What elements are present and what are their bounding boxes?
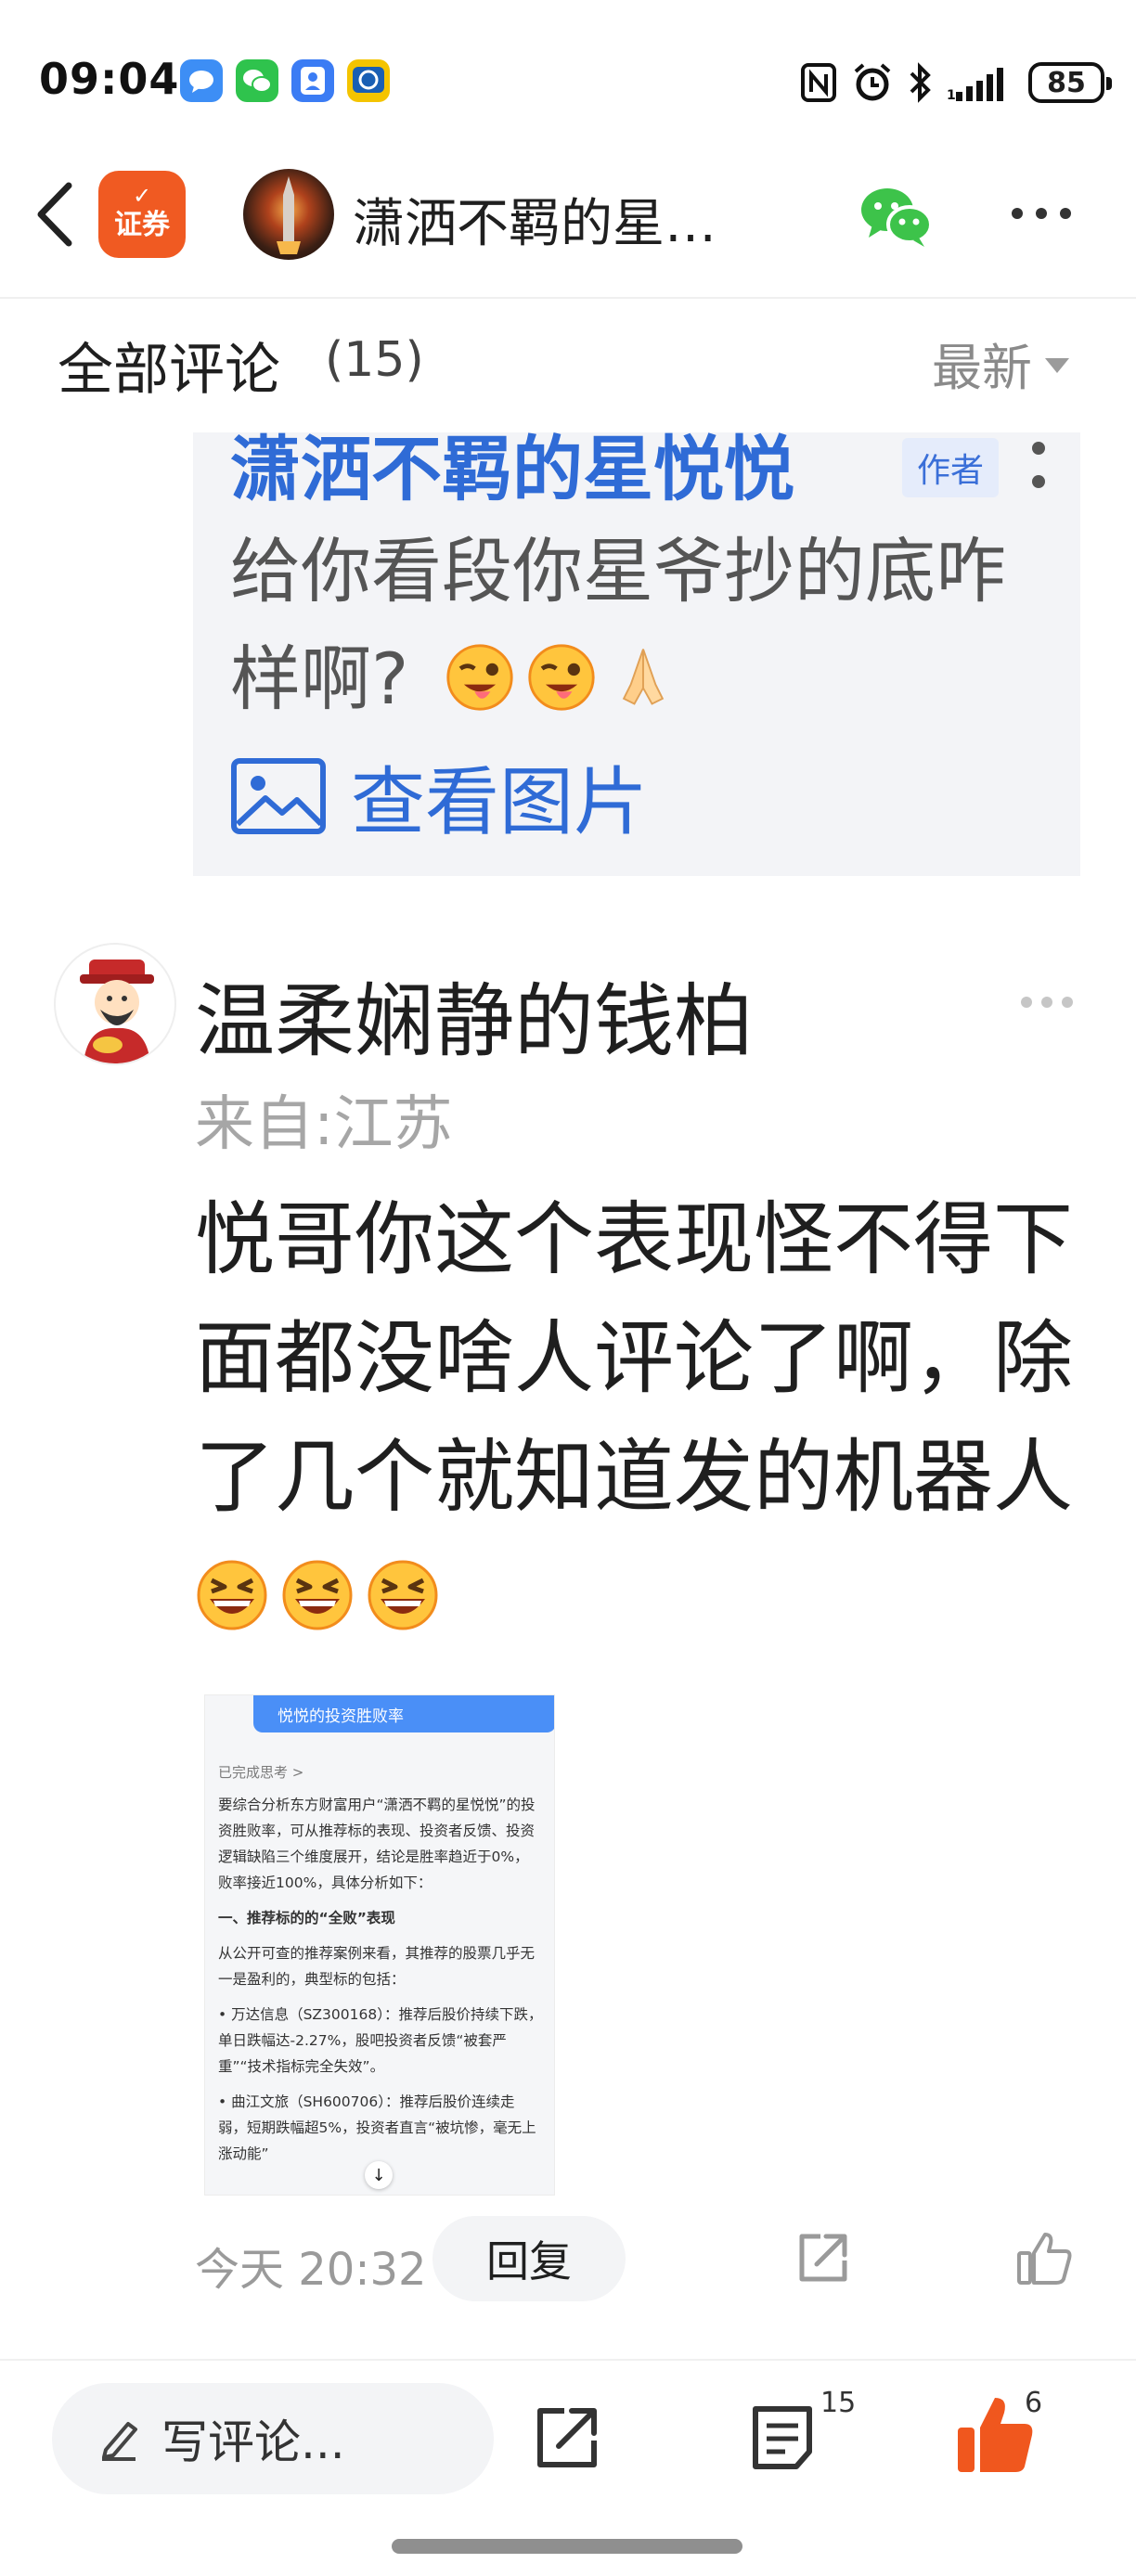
app-logo[interactable]: ✓ 证券	[98, 171, 186, 258]
answer-heading: 一、推荐标的的“全败”表现	[218, 1910, 395, 1926]
image-icon	[231, 758, 326, 834]
back-arrow-icon	[37, 182, 72, 247]
grinning-squinting-emoji	[197, 1560, 267, 1630]
rocket-launch-image	[277, 176, 301, 254]
home-indicator[interactable]	[392, 2539, 742, 2554]
thumbs-up-filled-icon	[958, 2398, 1033, 2472]
status-time: 09:04	[39, 54, 180, 104]
quoted-more-button[interactable]	[1025, 432, 1052, 507]
contacts-app-icon	[291, 59, 334, 102]
winking-tongue-emoji	[527, 644, 595, 711]
nfc-icon	[801, 63, 836, 102]
comment-timestamp: 今天 20:32	[195, 2244, 427, 2296]
view-image-link[interactable]: 查看图片	[230, 742, 648, 850]
write-comment-placeholder: 写评论...	[161, 2415, 345, 2469]
more-dot	[1032, 475, 1045, 488]
comment-more-button[interactable]	[1021, 993, 1080, 1011]
header-divider	[0, 297, 1136, 299]
god-of-wealth-avatar-image	[80, 960, 154, 1063]
answer-bullet: • 曲江文旅（SH600706）：推荐后股价连续走弱，短期跌幅超5%，投资者直言…	[218, 2093, 536, 2162]
thinking-status: 已完成思考 >	[218, 1764, 304, 1781]
bluetooth-icon	[910, 62, 931, 103]
chat-bubble: 悦悦的投资胜败率	[253, 1695, 554, 1732]
comment-text: 悦哥你这个表现怪不得下面都没啥人评论了啊，除了几个就知道发的机器人	[195, 1180, 1086, 1655]
commenter-avatar[interactable]	[54, 943, 176, 1065]
more-options-button[interactable]	[1004, 186, 1078, 241]
commenter-name[interactable]: 温柔娴静的钱柏	[195, 956, 754, 1072]
commenter-location: 来自:江苏	[195, 1090, 453, 1159]
share-wechat-icon	[861, 188, 933, 247]
pencil-icon	[102, 2422, 137, 2461]
more-dot	[1021, 997, 1032, 1008]
likes-count-badge: 6	[1025, 2387, 1043, 2419]
comment-body: 悦哥你这个表现怪不得下面都没啥人评论了啊，除了几个就知道发的机器人	[195, 1193, 1073, 1524]
more-dot	[1032, 442, 1045, 455]
grinning-squinting-emoji	[282, 1560, 353, 1630]
share-wechat-button[interactable]	[854, 178, 937, 252]
author-name[interactable]: 潇洒不羁的星…	[353, 182, 716, 257]
like-button[interactable]	[956, 2394, 1034, 2476]
thumbs-up-icon	[1017, 2233, 1072, 2285]
caret-down-icon	[1045, 357, 1069, 373]
answer-text: 要综合分析东方财富用户“潇洒不羁的星悦悦”的投资胜败率，可从推荐标的表现、投资者…	[218, 1792, 543, 2176]
signal-icon: 1	[947, 68, 1003, 103]
quoted-author-name[interactable]: 潇洒不羁的星悦悦	[230, 432, 794, 514]
status-bar-right: 1 85	[800, 59, 1112, 106]
grinning-squinting-emoji	[368, 1560, 438, 1630]
folded-hands-emoji	[622, 649, 664, 705]
more-dot	[1062, 997, 1073, 1008]
bottom-divider	[0, 2359, 1136, 2361]
answer-bullet: • 万达信息（SZ300168）：推荐后股价持续下跌，单日跌幅达-2.27%，股…	[218, 2006, 543, 2075]
comments-list-icon	[753, 2406, 812, 2469]
more-dots-icon	[1012, 208, 1071, 219]
china-post-app-icon	[347, 59, 390, 102]
back-button[interactable]	[28, 173, 84, 256]
quoted-reply-text: 给你看段你星爷抄的底咋样啊?	[230, 518, 1047, 733]
view-image-label: 查看图片	[351, 759, 648, 845]
write-comment-input[interactable]: 写评论...	[52, 2383, 494, 2494]
author-tag: 作者	[902, 438, 999, 497]
battery-icon: 85	[1028, 62, 1112, 103]
sort-label: 最新	[932, 339, 1032, 397]
wechat-app-icon	[236, 59, 278, 102]
sort-dropdown[interactable]: 最新	[932, 327, 1069, 400]
share-icon	[537, 2408, 597, 2467]
scroll-down-icon: ↓	[365, 2161, 393, 2189]
comment-attached-image[interactable]: 悦悦的投资胜败率 已完成思考 > 要综合分析东方财富用户“潇洒不羁的星悦悦”的投…	[204, 1694, 555, 2196]
quoted-reply-card[interactable]: 潇洒不羁的星悦悦 作者 给你看段你星爷抄的底咋样啊? 查看图片	[193, 432, 1080, 876]
battery-level: 85	[1047, 66, 1086, 99]
reply-button[interactable]: 回复	[432, 2216, 626, 2301]
comments-title: 全部评论	[58, 338, 280, 403]
logo-mark-icon: ✓	[132, 183, 152, 209]
alarm-icon	[854, 63, 891, 101]
author-avatar[interactable]	[243, 169, 334, 260]
comments-list-button[interactable]	[750, 2403, 815, 2472]
winking-tongue-emoji	[445, 644, 513, 711]
answer-paragraph: 从公开可查的推荐案例来看，其推荐的股票几乎无一是盈利的，典型标的包括：	[218, 1945, 536, 1988]
comment-like-button[interactable]	[1015, 2229, 1075, 2288]
app-badge-label: 证券	[114, 209, 170, 241]
svg-text:1: 1	[947, 88, 956, 103]
comments-count: (15)	[325, 332, 424, 388]
share-icon	[799, 2234, 847, 2282]
more-dot	[1041, 997, 1052, 1008]
answer-paragraph: 要综合分析东方财富用户“潇洒不羁的星悦悦”的投资胜败率，可从推荐标的表现、投资者…	[218, 1797, 536, 1891]
message-app-icon	[180, 59, 223, 102]
comment-share-button[interactable]	[794, 2231, 850, 2286]
comments-count-badge: 15	[820, 2387, 857, 2419]
share-button[interactable]	[533, 2403, 601, 2472]
